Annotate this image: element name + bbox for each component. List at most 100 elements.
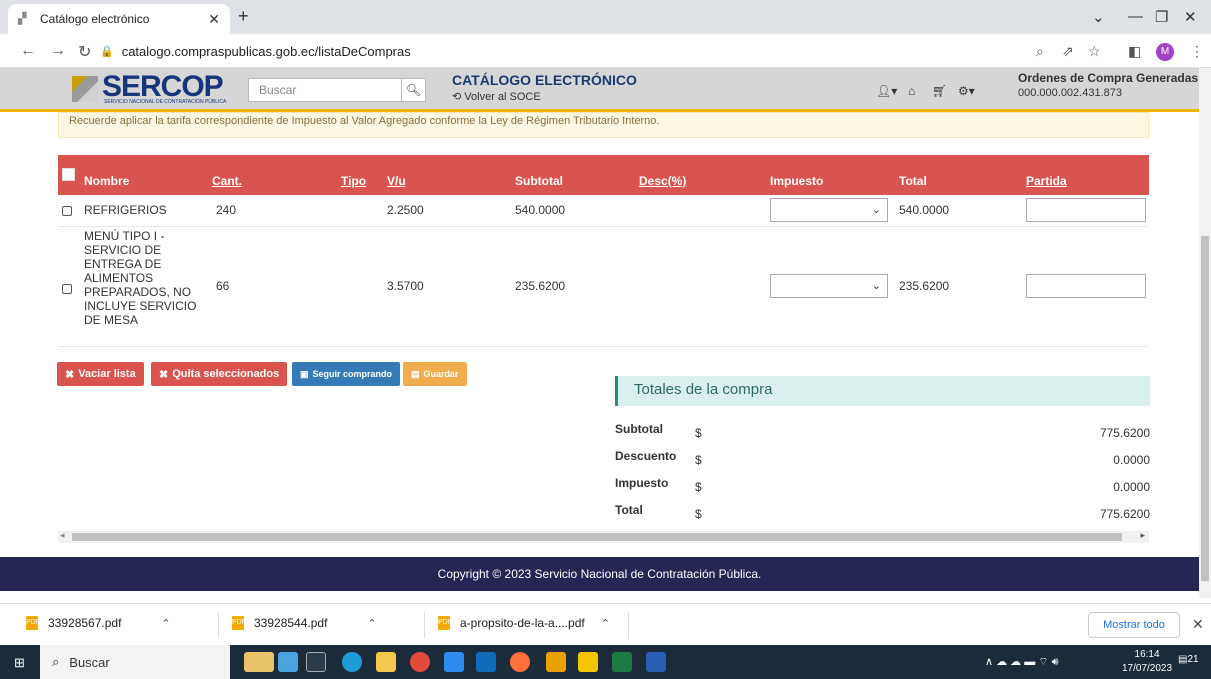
clock-time: 16:14	[1134, 649, 1160, 660]
col-cant[interactable]: Cant.	[212, 174, 242, 188]
system-tray-icons[interactable]: ∧ ☁ ☁ ▬ ⌔ 🔊︎	[985, 655, 1059, 669]
word-icon[interactable]	[646, 652, 666, 672]
tab-title: Catálogo electrónico	[40, 12, 150, 26]
show-all-downloads-button[interactable]: Mostrar todo	[1088, 612, 1180, 638]
browser-tabbar: ▞ Catálogo electrónico ✕ + ⌄ — ❐ ✕	[0, 0, 1211, 34]
page-vertical-scrollbar[interactable]	[1199, 68, 1211, 598]
forward-icon[interactable]: →	[50, 42, 66, 60]
sidepanel-icon[interactable]: ◧	[1128, 43, 1141, 60]
download-item[interactable]: PDF 33928544.pdf ⌃	[232, 616, 377, 630]
minimize-icon[interactable]: —	[1128, 8, 1143, 25]
site-favicon-icon: ▞	[18, 13, 27, 25]
file-explorer-icon[interactable]	[376, 652, 396, 672]
save-button[interactable]: ▤ Guardar	[403, 362, 467, 386]
back-icon[interactable]: ←	[20, 42, 36, 60]
remove-selected-button[interactable]: ✖ Quita seleccionados	[151, 362, 288, 386]
download-item[interactable]: PDF a-propsito-de-la-a....pdf ⌃	[438, 616, 610, 630]
col-impuesto: Impuesto	[770, 174, 824, 188]
excel-icon[interactable]	[612, 652, 632, 672]
notification-icon[interactable]: ▤21	[1178, 654, 1199, 670]
address-bar: ← → ↻ 🔒 catalogo.compraspublicas.gob.ec/…	[0, 34, 1211, 68]
reload-icon[interactable]: ↻	[78, 42, 91, 62]
tab-search-chevron-icon[interactable]: ⌄	[1092, 8, 1105, 26]
logo-subtitle: SERVICIO NACIONAL DE CONTRATACIÓN PÚBLIC…	[104, 99, 227, 105]
select-all-checkbox[interactable]	[62, 168, 75, 181]
downloads-close-icon[interactable]: ✕	[1192, 616, 1204, 633]
empty-list-label: Vaciar lista	[78, 368, 136, 380]
search-input[interactable]: Buscar	[249, 79, 401, 101]
row-checkbox[interactable]	[62, 206, 72, 216]
url-field[interactable]: 🔒 catalogo.compraspublicas.gob.ec/listaD…	[100, 39, 1030, 63]
scrollbar-thumb[interactable]	[72, 533, 1122, 541]
chevron-up-icon[interactable]: ⌃	[161, 617, 170, 630]
row-checkbox[interactable]	[62, 284, 72, 294]
chevron-up-icon[interactable]: ⌃	[601, 617, 610, 630]
impuesto-select[interactable]: ⌄	[770, 198, 888, 222]
totals-value: 775.6200	[1099, 507, 1150, 521]
row-total: 540.0000	[899, 203, 950, 217]
lock-icon: 🔒	[100, 45, 114, 58]
x-icon: ✖	[159, 368, 169, 381]
download-filename: a-propsito-de-la-a....pdf	[460, 616, 585, 630]
app-icon[interactable]	[546, 652, 566, 672]
col-subtotal: Subtotal	[515, 174, 563, 188]
taskbar-clock[interactable]: 16:14 17/07/2023	[1122, 648, 1172, 676]
horizontal-scrollbar[interactable]: ◂ ▸	[58, 530, 1149, 543]
search-icon[interactable]: 🔍︎	[401, 79, 425, 101]
totals-label: Total	[615, 503, 643, 517]
back-to-soce-link[interactable]: ⟲ Volver al SOCE	[452, 90, 541, 103]
sercop-logo[interactable]: SERCOP SERVICIO NACIONAL DE CONTRATACIÓN…	[72, 70, 242, 106]
chevron-down-icon: ⌄	[871, 204, 881, 216]
totals-row-impuesto: Impuesto $ 0.0000	[615, 476, 1150, 496]
home-icon[interactable]: ⌂	[908, 84, 915, 98]
settings-gear-icon[interactable]: ⚙▾	[958, 84, 975, 98]
browser-tab[interactable]: ▞ Catálogo electrónico ✕	[8, 4, 230, 34]
vertical-scrollbar-thumb[interactable]	[1201, 236, 1209, 581]
divider	[218, 612, 219, 638]
firefox-icon[interactable]	[510, 652, 530, 672]
app-icon[interactable]	[444, 652, 464, 672]
row-total: 235.6200	[899, 279, 950, 293]
taskbar-search[interactable]: ⌕ Buscar	[40, 645, 230, 679]
sticky-notes-icon[interactable]	[578, 652, 598, 672]
continue-shopping-button[interactable]: ▣ Seguir comprando	[292, 362, 401, 386]
col-vu[interactable]: V/u	[387, 174, 406, 188]
widgets-icon[interactable]	[244, 652, 274, 672]
menu-kebab-icon[interactable]: ⋮	[1190, 43, 1204, 60]
site-header: SERCOP SERVICIO NACIONAL DE CONTRATACIÓN…	[0, 68, 1199, 112]
divider	[424, 612, 425, 638]
share-icon[interactable]: ⇗	[1062, 43, 1074, 60]
totals-row-descuento: Descuento $ 0.0000	[615, 449, 1150, 469]
totals-value: 0.0000	[1113, 453, 1150, 467]
window-close-icon[interactable]: ✕	[1184, 8, 1197, 26]
chevron-up-icon[interactable]: ⌃	[367, 617, 376, 630]
col-partida[interactable]: Partida	[1026, 174, 1067, 188]
outlook-icon[interactable]	[476, 652, 496, 672]
restore-icon[interactable]: ❐	[1155, 8, 1168, 26]
clock-date: 17/07/2023	[1122, 663, 1173, 674]
new-tab-icon[interactable]: +	[238, 6, 249, 27]
bookmark-star-icon[interactable]: ☆	[1088, 43, 1101, 60]
pdf-file-icon: PDF	[232, 616, 246, 630]
zoom-icon[interactable]: ⌕	[1036, 43, 1044, 60]
edge-icon[interactable]	[342, 652, 362, 672]
col-desc[interactable]: Desc(%)	[639, 174, 686, 188]
partida-input[interactable]	[1026, 198, 1146, 222]
windows-start-icon[interactable]: ⊞	[14, 655, 25, 671]
people-icon[interactable]	[278, 652, 298, 672]
empty-list-button[interactable]: ✖ Vaciar lista	[57, 362, 144, 386]
user-icon[interactable]: 👤︎▾	[876, 84, 897, 98]
scroll-left-icon[interactable]: ◂	[60, 530, 65, 541]
col-tipo[interactable]: Tipo	[341, 174, 366, 188]
impuesto-select[interactable]: ⌄	[770, 274, 888, 298]
download-item[interactable]: PDF 33928567.pdf ⌃	[26, 616, 171, 630]
totals-row-total: Total $ 775.6200	[615, 503, 1150, 523]
partida-input[interactable]	[1026, 274, 1146, 298]
cart-icon[interactable]: 🛒︎	[932, 84, 947, 98]
scroll-right-icon[interactable]: ▸	[1140, 530, 1145, 541]
windows-taskbar: ⊞ ⌕ Buscar ∧ ☁ ☁ ▬ ⌔ 🔊︎ 16:14 17/07/2023…	[0, 645, 1211, 679]
profile-avatar[interactable]: M	[1156, 43, 1174, 61]
chrome-icon[interactable]	[410, 652, 430, 672]
task-view-icon[interactable]	[306, 652, 326, 672]
tab-close-icon[interactable]: ✕	[208, 11, 220, 28]
